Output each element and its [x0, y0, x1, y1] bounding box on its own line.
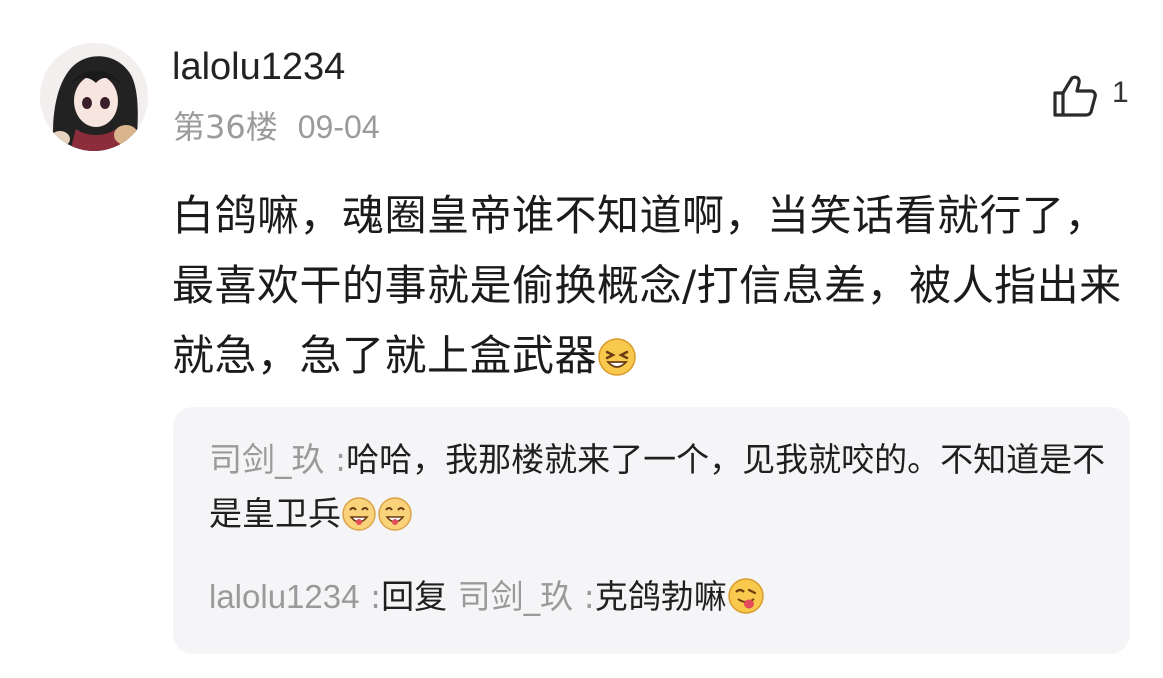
reply-separator: :: [359, 577, 382, 616]
thumbs-up-icon: [1053, 75, 1097, 117]
anime-girl-avatar-icon: [40, 43, 148, 151]
reply-word: 回复: [381, 577, 448, 616]
comment-text: 白鸽嘛，魂圈皇帝谁不知道啊，当笑话看就行了，最喜欢干的事就是偷换概念/打信息差，…: [172, 191, 1122, 380]
reply-target-separator: :: [573, 577, 595, 616]
reply-author[interactable]: lalolu1234: [209, 578, 359, 615]
comment-body: 白鸽嘛，魂圈皇帝谁不知道啊，当笑话看就行了，最喜欢干的事就是偷换概念/打信息差，…: [172, 181, 1147, 398]
tongue-out-emoji-icon: [727, 577, 765, 631]
like-button[interactable]: 1: [1052, 74, 1129, 118]
avatar[interactable]: [40, 43, 148, 151]
like-count: 1: [1112, 76, 1129, 109]
reply-item[interactable]: 司剑_玖 :哈哈，我那楼就来了一个，见我就咬的。不知道是不是皇卫兵: [209, 433, 1109, 548]
post-meta: 第36楼 09-04: [173, 106, 380, 148]
reply-author[interactable]: 司剑_玖: [209, 440, 325, 479]
floor-number: 第36楼: [173, 108, 278, 146]
reply-box: 司剑_玖 :哈哈，我那楼就来了一个，见我就咬的。不知道是不是皇卫兵 lalolu…: [173, 407, 1130, 654]
post-date: 09-04: [297, 109, 380, 145]
reply-separator: :: [324, 440, 347, 479]
reply-item[interactable]: lalolu1234 :回复 司剑_玖 :克鸽勃嘛: [209, 570, 1109, 631]
username[interactable]: lalolu1234: [172, 44, 345, 90]
reply-text: 克鸽勃嘛: [594, 577, 727, 616]
grinning-squint-emoji-icon: [597, 328, 637, 398]
reply-target[interactable]: 司剑_玖: [458, 577, 574, 616]
smiling-emoji-icon: [377, 494, 413, 548]
smiling-emoji-icon: [341, 494, 377, 548]
